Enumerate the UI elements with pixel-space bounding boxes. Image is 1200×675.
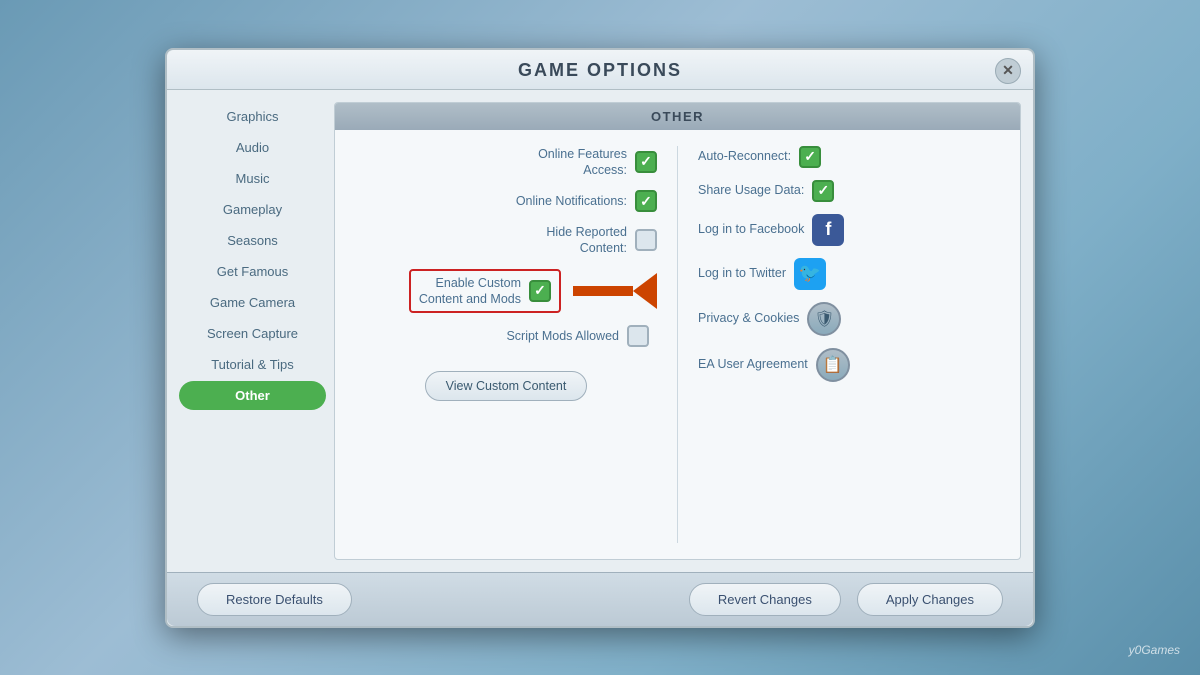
- sidebar: Graphics Audio Music Gameplay Seasons Ge…: [179, 102, 334, 560]
- script-mods-label: Script Mods Allowed: [506, 328, 619, 344]
- share-usage-row: Share Usage Data:: [698, 180, 1000, 202]
- sidebar-item-audio[interactable]: Audio: [179, 133, 326, 162]
- auto-reconnect-label: Auto-Reconnect:: [698, 148, 791, 164]
- enable-custom-row: Enable CustomContent and Mods: [409, 269, 561, 314]
- sidebar-item-tutorial[interactable]: Tutorial & Tips: [179, 350, 326, 379]
- enable-custom-label: Enable CustomContent and Mods: [419, 275, 521, 308]
- facebook-label: Log in to Facebook: [698, 221, 804, 237]
- hide-reported-label: Hide ReportedContent:: [546, 224, 627, 257]
- settings-right-column: Auto-Reconnect: Share Usage Data: Log in…: [677, 146, 1000, 543]
- section-header: Other: [335, 103, 1020, 130]
- script-mods-row: Script Mods Allowed: [355, 325, 657, 347]
- script-mods-checkbox[interactable]: [627, 325, 649, 347]
- twitter-row: Log in to Twitter 🐦: [698, 258, 1000, 290]
- dialog-title: Game Options: [518, 60, 682, 80]
- restore-defaults-button[interactable]: Restore Defaults: [197, 583, 352, 616]
- auto-reconnect-row: Auto-Reconnect:: [698, 146, 1000, 168]
- arrow-body: [573, 286, 633, 296]
- facebook-row: Log in to Facebook f: [698, 214, 1000, 246]
- online-notifications-checkbox[interactable]: [635, 190, 657, 212]
- privacy-label: Privacy & Cookies: [698, 310, 799, 326]
- bottom-bar: Restore Defaults Revert Changes Apply Ch…: [167, 572, 1033, 626]
- arrow-head: [633, 273, 657, 309]
- hide-reported-checkbox[interactable]: [635, 229, 657, 251]
- twitter-icon[interactable]: 🐦: [794, 258, 826, 290]
- revert-changes-button[interactable]: Revert Changes: [689, 583, 841, 616]
- facebook-icon[interactable]: f: [812, 214, 844, 246]
- sidebar-item-music[interactable]: Music: [179, 164, 326, 193]
- arrow-indicator: [573, 273, 657, 309]
- dialog-body: Graphics Audio Music Gameplay Seasons Ge…: [167, 90, 1033, 572]
- game-options-dialog: Game Options ✕ Graphics Audio Music Game…: [165, 48, 1035, 628]
- apply-changes-button[interactable]: Apply Changes: [857, 583, 1003, 616]
- online-features-label: Online FeaturesAccess:: [538, 146, 627, 179]
- watermark: y0Games: [1129, 643, 1180, 657]
- sidebar-item-screen-capture[interactable]: Screen Capture: [179, 319, 326, 348]
- view-custom-content-button[interactable]: View Custom Content: [425, 371, 588, 401]
- hide-reported-row: Hide ReportedContent:: [355, 224, 657, 257]
- share-usage-label: Share Usage Data:: [698, 182, 804, 198]
- sidebar-item-seasons[interactable]: Seasons: [179, 226, 326, 255]
- sidebar-item-get-famous[interactable]: Get Famous: [179, 257, 326, 286]
- sidebar-item-gameplay[interactable]: Gameplay: [179, 195, 326, 224]
- sidebar-item-other[interactable]: Other: [179, 381, 326, 410]
- online-notifications-label: Online Notifications:: [516, 193, 627, 209]
- auto-reconnect-checkbox[interactable]: [799, 146, 821, 168]
- ea-agreement-label: EA User Agreement: [698, 356, 808, 372]
- bottom-right-buttons: Revert Changes Apply Changes: [689, 583, 1003, 616]
- privacy-row: Privacy & Cookies 🛡: [698, 302, 1000, 336]
- settings-left-column: Online FeaturesAccess: Online Notificati…: [355, 146, 677, 543]
- sidebar-item-game-camera[interactable]: Game Camera: [179, 288, 326, 317]
- close-button[interactable]: ✕: [995, 58, 1021, 84]
- online-features-checkbox[interactable]: [635, 151, 657, 173]
- online-notifications-row: Online Notifications:: [355, 190, 657, 212]
- ea-agreement-row: EA User Agreement 📋: [698, 348, 1000, 382]
- sidebar-item-graphics[interactable]: Graphics: [179, 102, 326, 131]
- twitter-label: Log in to Twitter: [698, 265, 786, 281]
- settings-area: Online FeaturesAccess: Online Notificati…: [335, 130, 1020, 559]
- main-content-panel: Other Online FeaturesAccess: Online Noti…: [334, 102, 1021, 560]
- share-usage-checkbox[interactable]: [812, 180, 834, 202]
- privacy-shield-icon[interactable]: 🛡: [807, 302, 841, 336]
- online-features-row: Online FeaturesAccess:: [355, 146, 657, 179]
- ea-document-icon[interactable]: 📋: [816, 348, 850, 382]
- title-bar: Game Options ✕: [167, 50, 1033, 90]
- enable-custom-checkbox[interactable]: [529, 280, 551, 302]
